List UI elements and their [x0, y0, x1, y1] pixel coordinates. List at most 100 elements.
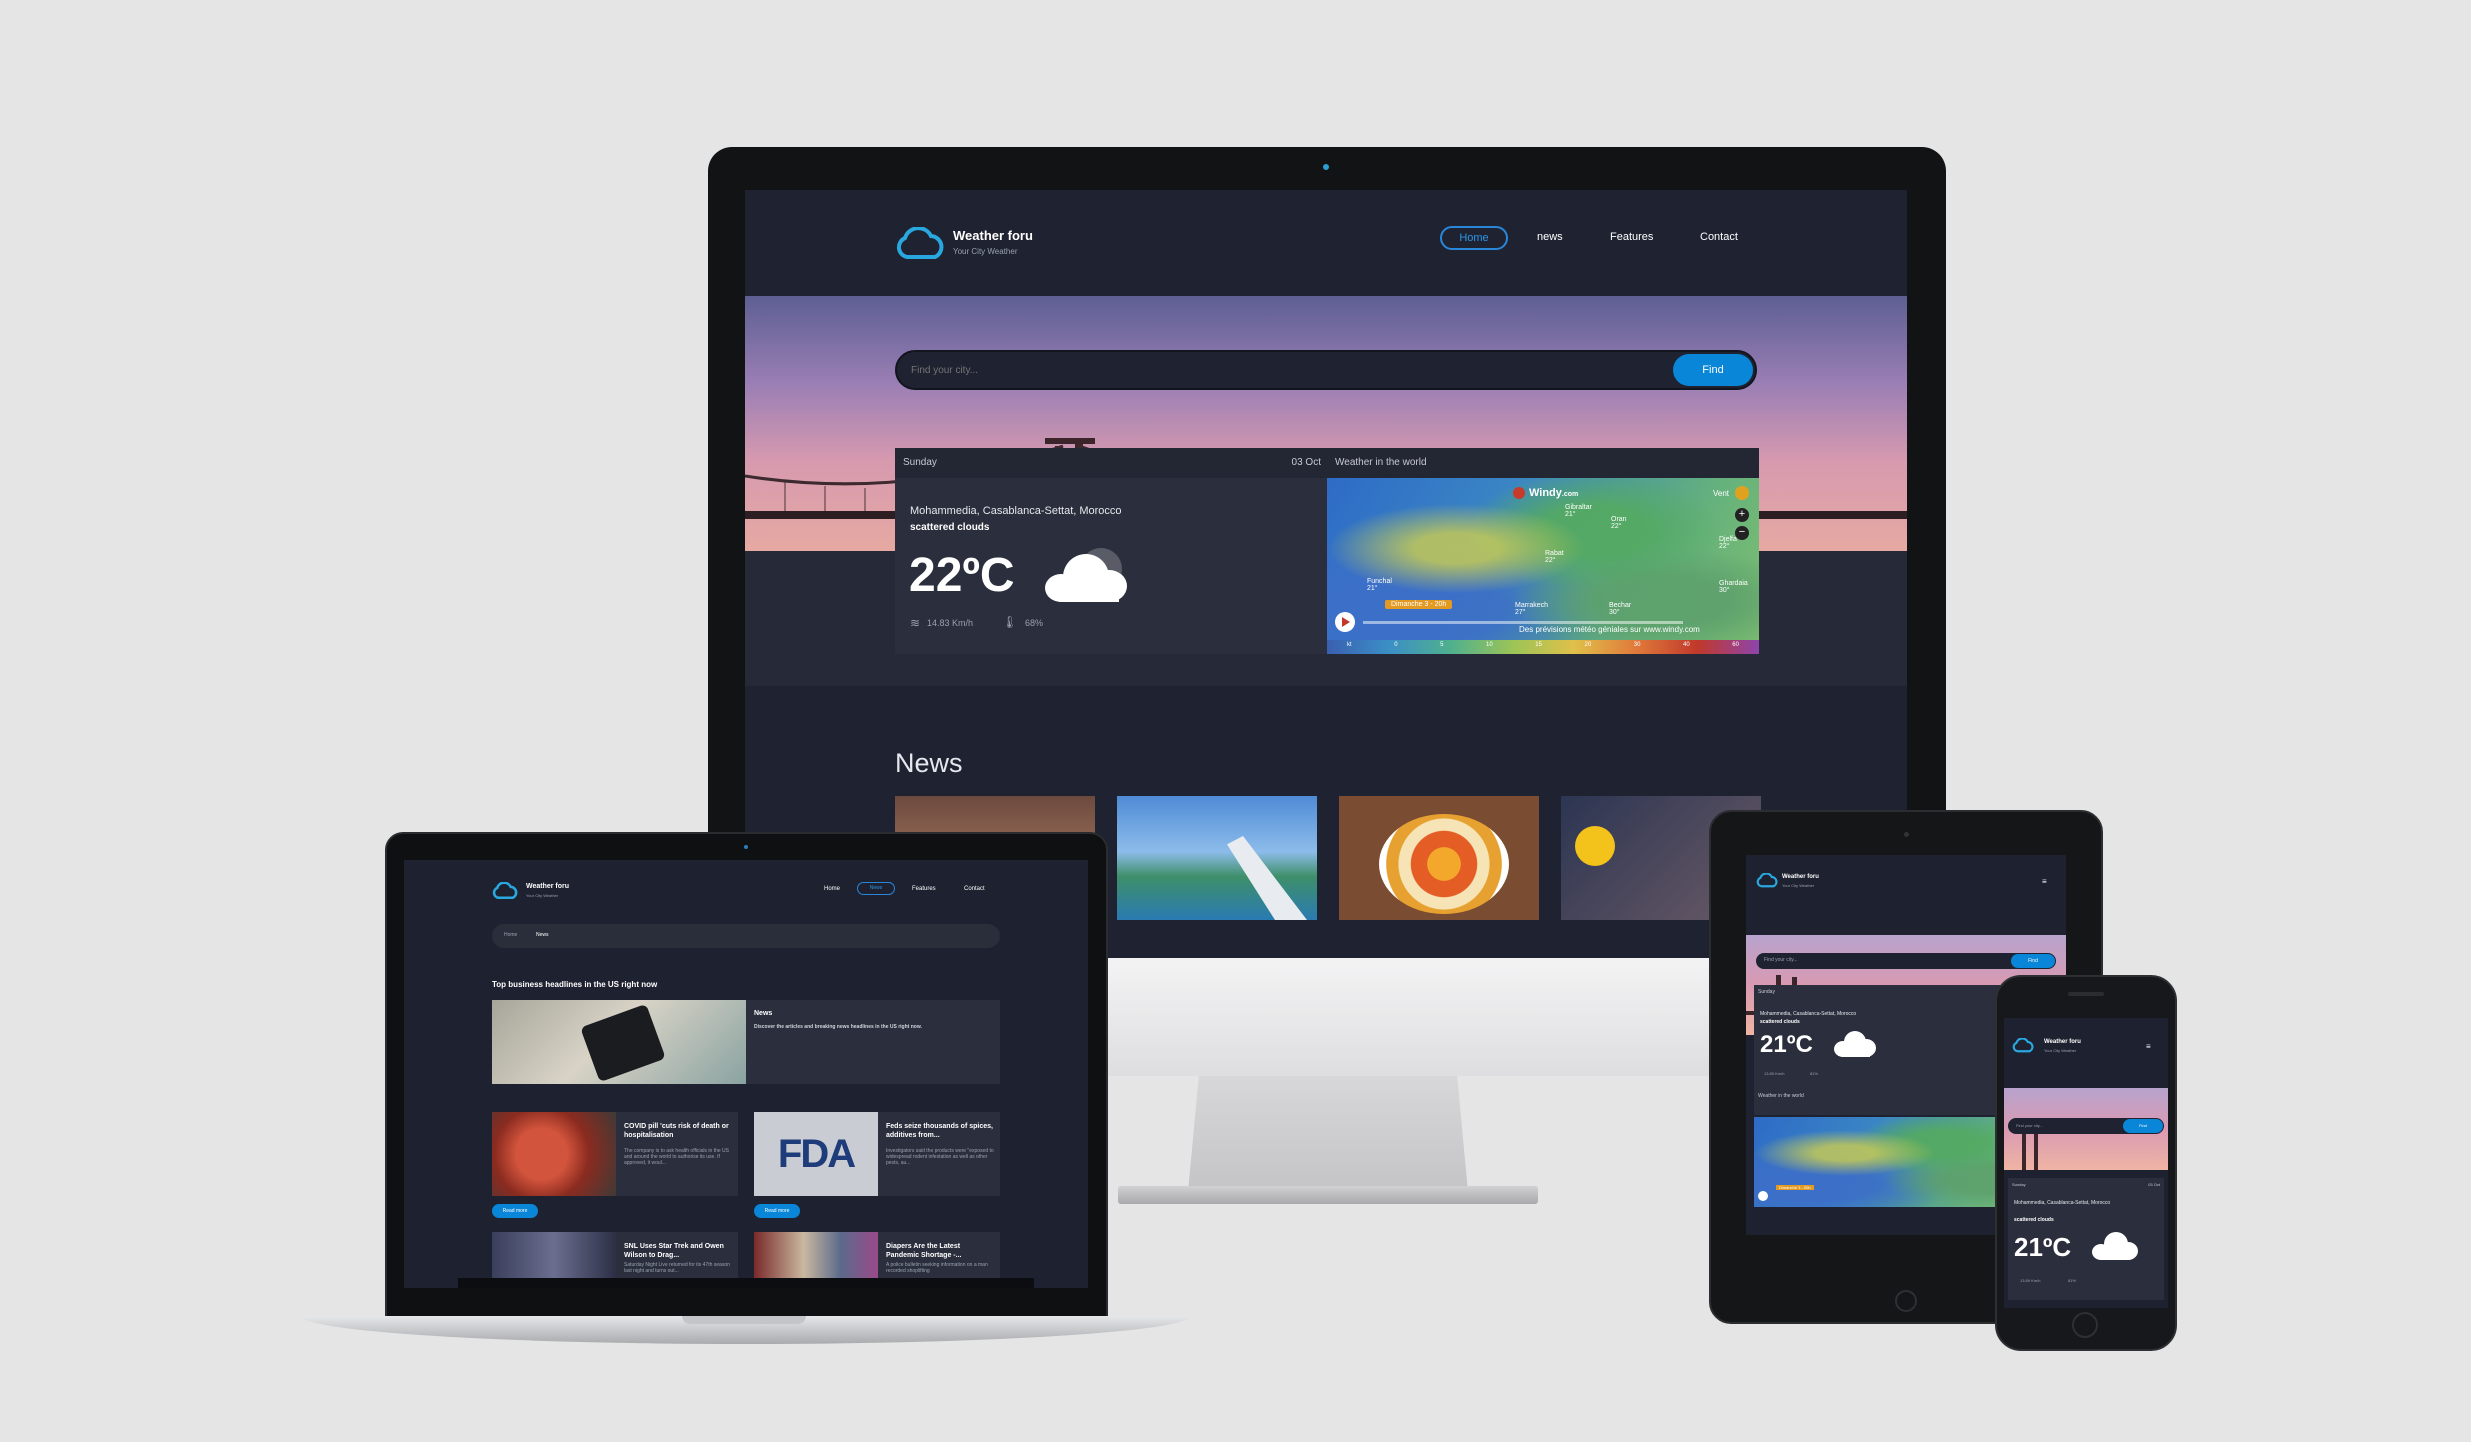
- menu-icon[interactable]: ≡: [2146, 1042, 2151, 1051]
- play-button[interactable]: [1758, 1191, 1768, 1201]
- article-desc: A police bulletin seeking information on…: [886, 1262, 988, 1274]
- brand-tagline: Your City Weather: [953, 247, 1018, 256]
- weather-card-header: [895, 448, 1327, 478]
- search-bar: Find your city... Find: [1756, 953, 2056, 969]
- nav-features[interactable]: Features: [1610, 231, 1653, 243]
- nav-contact[interactable]: Contact: [1700, 231, 1738, 243]
- read-more-button[interactable]: Read more: [492, 1204, 538, 1218]
- news-thumb[interactable]: [1339, 796, 1539, 920]
- menu-icon[interactable]: ≡: [2042, 877, 2047, 886]
- news-heading: News: [895, 748, 963, 778]
- scale-label: 5: [1440, 642, 1444, 648]
- article-title: Feds seize thousands of spices, additive…: [886, 1123, 993, 1139]
- nav-features[interactable]: Features: [912, 886, 936, 892]
- monitor-stand-base: [1118, 1186, 1538, 1204]
- weather-card: Sunday 03 Oct Mohammedia, Casablanca-Set…: [2008, 1178, 2164, 1300]
- map-city: Rabat 22°: [1545, 550, 1564, 564]
- find-button[interactable]: Find: [2011, 954, 2055, 968]
- brand-name[interactable]: Weather foru: [1782, 874, 1819, 880]
- nav-home[interactable]: Home: [824, 886, 840, 892]
- map-city: Oran 22°: [1611, 516, 1627, 530]
- weather-day: Sunday: [1758, 989, 1775, 995]
- map-city: Ghardaia 30°: [1719, 580, 1748, 594]
- phone-screen: Weather foru Your City Weather ≡ Find yo…: [2004, 1018, 2168, 1308]
- windy-footer[interactable]: Des prévisions météo géniales sur www.wi…: [1519, 625, 1700, 634]
- nav-home[interactable]: Home: [1440, 226, 1508, 250]
- layer-toggle-icon[interactable]: [1735, 486, 1749, 500]
- weather-location: Mohammedia, Casablanca-Settat, Morocco: [1760, 1011, 1857, 1017]
- world-weather-title: Weather in the world: [1335, 457, 1427, 468]
- phone-home-button[interactable]: [2072, 1312, 2098, 1338]
- nav-contact[interactable]: Contact: [964, 886, 985, 892]
- article-card[interactable]: COVID pill 'cuts risk of death or hospit…: [492, 1112, 738, 1196]
- breadcrumb-current: News: [536, 932, 549, 938]
- search-bar: Find: [895, 350, 1757, 390]
- humidity-icon: 🌡: [1002, 615, 1018, 629]
- headline: Top business headlines in the US right n…: [492, 980, 658, 989]
- zoom-in-button[interactable]: +: [1735, 508, 1749, 522]
- tablet-camera: [1904, 832, 1909, 837]
- tablet-home-button[interactable]: [1895, 1290, 1917, 1312]
- article-card[interactable]: FDA Feds seize thousands of spices, addi…: [754, 1112, 1000, 1196]
- map-city: Funchal 21°: [1367, 578, 1392, 592]
- scale-label: 15: [1535, 642, 1542, 648]
- weather-condition: scattered clouds: [910, 522, 990, 533]
- brand-name[interactable]: Weather foru: [953, 228, 1033, 243]
- weather-condition: scattered clouds: [2014, 1217, 2054, 1223]
- cloud-logo-icon[interactable]: [492, 881, 518, 900]
- brand-name[interactable]: Weather foru: [2044, 1039, 2081, 1045]
- world-weather-title: Weather in the world: [1758, 1093, 1804, 1099]
- map-city: Marrakech 27°: [1515, 602, 1549, 616]
- scale-label: kt: [1347, 642, 1352, 648]
- map-date-chip[interactable]: Dimanche 3 - 20h: [1776, 1185, 1814, 1190]
- weather-condition: scattered clouds: [1760, 1019, 1800, 1025]
- cloud-weather-icon: [1834, 1029, 1878, 1059]
- scale-label: 60: [1732, 642, 1739, 648]
- weather-location: Mohammedia, Casablanca-Settat, Morocco: [910, 505, 1122, 517]
- mockup-canvas: { "brand": {"name": "Weather foru", "tag…: [0, 0, 2471, 1442]
- weather-temperature: 22ºC: [909, 549, 1015, 602]
- find-button[interactable]: Find: [1673, 354, 1753, 386]
- cloud-weather-icon: [2092, 1230, 2140, 1262]
- weather-temperature: 21ºC: [2014, 1232, 2072, 1262]
- map-city: Gibraltar 21°: [1565, 504, 1592, 518]
- humidity-value: 68%: [1025, 618, 1044, 628]
- search-input[interactable]: Find your city...: [2016, 1123, 2043, 1128]
- scale-label: 30: [1633, 642, 1641, 648]
- news-thumb[interactable]: [1117, 796, 1317, 920]
- zoom-out-button[interactable]: −: [1735, 526, 1749, 540]
- search-input[interactable]: Find your city...: [1764, 957, 1798, 963]
- article-title: SNL Uses Star Trek and Owen Wilson to Dr…: [624, 1243, 724, 1259]
- windy-layer-label[interactable]: Vent: [1713, 489, 1729, 498]
- read-more-button[interactable]: Read more: [754, 1204, 800, 1218]
- breadcrumb-home[interactable]: Home: [504, 932, 517, 938]
- windy-map[interactable]: Windy.com Vent + − Gibraltar 21° Oran 22° …: [1327, 478, 1759, 654]
- find-button[interactable]: Find: [2123, 1119, 2163, 1133]
- cloud-logo-icon[interactable]: [1756, 872, 1778, 888]
- article-desc: The company is to ask health officials i…: [624, 1148, 729, 1166]
- laptop-camera: [744, 845, 748, 849]
- cloud-weather-icon: [1045, 546, 1135, 604]
- map-city: Bechar 30°: [1609, 602, 1632, 616]
- article-title: COVID pill 'cuts risk of death or hospit…: [624, 1123, 729, 1139]
- windy-logo-icon: [1513, 487, 1525, 499]
- play-button[interactable]: [1335, 612, 1355, 632]
- phone-speaker: [2068, 992, 2104, 996]
- brand-name[interactable]: Weather foru: [526, 883, 569, 890]
- nav-news[interactable]: news: [1537, 231, 1563, 243]
- cloud-logo-icon[interactable]: [895, 226, 945, 261]
- weather-date: 03 Oct: [1291, 457, 1321, 468]
- search-input[interactable]: [911, 360, 1611, 380]
- weather-card: Sunday 03 Oct Mohammedia, Casablanca-Set…: [895, 448, 1327, 654]
- cloud-logo-icon[interactable]: [2012, 1037, 2034, 1053]
- feature-article[interactable]: News Discover the articles and breaking …: [492, 1000, 1000, 1084]
- timeline-bar[interactable]: [1363, 621, 1683, 624]
- weather-location: Mohammedia, Casablanca-Settat, Morocco: [2014, 1200, 2111, 1206]
- map-date-chip[interactable]: Dimanche 3 - 20h: [1385, 600, 1453, 609]
- wind-speed: 13.89 Km/h: [2020, 1278, 2041, 1283]
- windy-brand: Windy.com: [1529, 487, 1579, 499]
- article-image: [492, 1112, 616, 1196]
- nav-news[interactable]: News: [857, 882, 895, 895]
- weather-date: 03 Oct: [2148, 1182, 2160, 1187]
- weather-temperature: 21ºC: [1760, 1031, 1813, 1058]
